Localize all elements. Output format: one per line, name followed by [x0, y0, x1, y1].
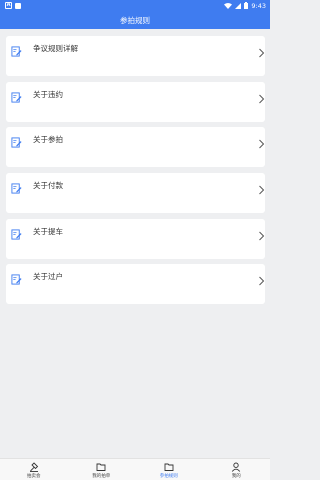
- battery-icon: [244, 2, 249, 9]
- edit-document-icon: [11, 229, 22, 240]
- chevron-right-icon: [259, 231, 265, 241]
- rule-item-label: 关于过户: [33, 272, 63, 281]
- rule-item-label: 关于提车: [33, 227, 63, 236]
- rule-item-dispute[interactable]: 争议规则详解: [6, 36, 265, 76]
- tab-rules[interactable]: 参拍规则: [135, 459, 203, 480]
- rule-item-label: 关于违约: [33, 90, 63, 99]
- rule-item-label: 关于付款: [33, 181, 63, 190]
- chevron-right-icon: [259, 276, 265, 286]
- bottom-tab-bar: 拍卖会 我的拍单 参拍规则 我的: [0, 458, 270, 480]
- rule-item-label: 争议规则详解: [33, 44, 78, 53]
- nav-bar: 参拍规则: [0, 11, 270, 29]
- signal-icon: [235, 2, 242, 9]
- user-icon: [232, 462, 241, 472]
- tab-me[interactable]: 我的: [203, 459, 271, 480]
- notification-a-icon: A: [5, 2, 12, 9]
- chevron-right-icon: [259, 185, 265, 195]
- status-time: 9:43: [251, 1, 266, 10]
- rule-item-pickup[interactable]: 关于提车: [6, 219, 265, 259]
- chevron-right-icon: [259, 94, 265, 104]
- rule-item-bidding[interactable]: 关于参拍: [6, 127, 265, 167]
- tab-auction[interactable]: 拍卖会: [0, 459, 68, 480]
- folder-icon: [164, 463, 174, 471]
- wifi-icon: [224, 2, 233, 9]
- status-bar: A 9:43: [0, 0, 270, 11]
- tab-my-orders[interactable]: 我的拍单: [68, 459, 136, 480]
- rule-item-payment[interactable]: 关于付款: [6, 173, 265, 213]
- tab-label: 我的: [231, 474, 241, 479]
- edit-document-icon: [11, 46, 22, 57]
- folder-icon: [96, 463, 106, 471]
- edit-document-icon: [11, 183, 22, 194]
- edit-document-icon: [11, 137, 22, 148]
- rule-item-label: 关于参拍: [33, 135, 63, 144]
- notification-square-icon: [15, 2, 21, 9]
- edit-document-icon: [11, 274, 22, 285]
- rule-item-transfer[interactable]: 关于过户: [6, 264, 265, 304]
- tab-label: 参拍规则: [159, 474, 178, 479]
- tab-label: 拍卖会: [27, 474, 41, 479]
- chevron-right-icon: [259, 48, 265, 58]
- edit-document-icon: [11, 92, 22, 103]
- tab-label: 我的拍单: [92, 474, 111, 479]
- page-title: 参拍规则: [120, 15, 150, 25]
- auction-hammer-icon: [29, 462, 38, 472]
- rule-item-breach[interactable]: 关于违约: [6, 82, 265, 122]
- chevron-right-icon: [259, 139, 265, 149]
